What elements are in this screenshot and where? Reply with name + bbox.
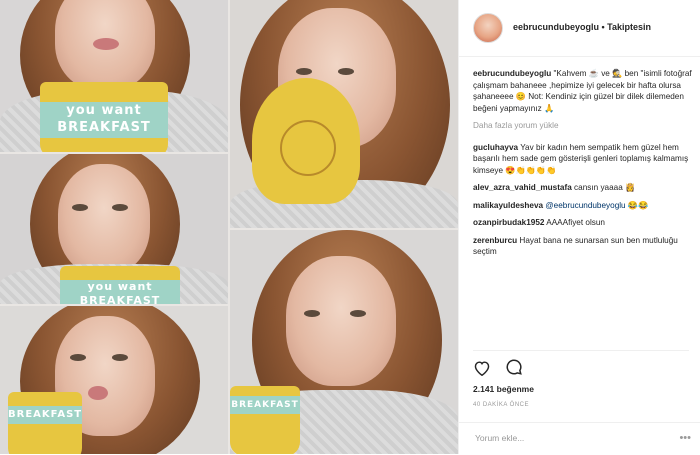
- eye: [350, 310, 366, 317]
- comment-text: cansın yaaaa 👸: [571, 183, 636, 192]
- comment-item: gucluhayva Yav bir kadın hem sempatik he…: [473, 142, 693, 177]
- comment-item: ozanpirbudak1952 AAAAfiyet olsun: [473, 217, 693, 229]
- header-username[interactable]: eebrucundubeyoglu: [513, 22, 599, 32]
- follow-status[interactable]: Takiptesin: [607, 22, 651, 32]
- add-comment-input[interactable]: [473, 432, 667, 444]
- comment-mention-link[interactable]: @eebrucundubeyoglu: [545, 201, 625, 210]
- likes-count[interactable]: 2.141 beğenme: [473, 384, 534, 394]
- header-separator: •: [599, 22, 608, 32]
- eye: [304, 310, 320, 317]
- collage-photo-5: BREAKFAST: [230, 230, 458, 454]
- lips: [93, 38, 119, 50]
- face: [286, 256, 396, 386]
- divider: [473, 350, 689, 351]
- mug-text: BREAKFAST: [8, 409, 82, 420]
- comment-username[interactable]: malikayuldesheva: [473, 201, 543, 210]
- eye: [296, 68, 312, 75]
- mug-text: BREAKFAST: [79, 294, 161, 304]
- eye: [112, 204, 128, 211]
- collage-photo-2: [230, 0, 458, 228]
- comment-item: zerenburcu Hayat bana ne sunarsan sun be…: [473, 235, 693, 258]
- comment-username[interactable]: gucluhayva: [473, 143, 518, 152]
- mug-band: you want BREAKFAST: [60, 280, 180, 304]
- comment-username[interactable]: ozanpirbudak1952: [473, 218, 544, 227]
- mug-band: you want BREAKFAST: [40, 102, 168, 138]
- eye: [338, 68, 354, 75]
- mug: you want BREAKFAST: [60, 266, 180, 304]
- comment-text: AAAAfiyet olsun: [544, 218, 605, 227]
- comment-item: alev_azra_vahid_mustafa cansın yaaaa 👸: [473, 182, 693, 194]
- comment-text: 😂😂: [625, 200, 649, 210]
- add-comment-bar: •••: [459, 422, 700, 455]
- mug-text: you want: [87, 280, 153, 293]
- post-photo-collage[interactable]: you want BREAKFAST you want BREAKFAST BR…: [0, 0, 458, 454]
- more-options-icon[interactable]: •••: [679, 432, 691, 444]
- comments-list: eebrucundubeyoglu "Kahvem ☕ ve 🕵 ben "is…: [473, 68, 693, 264]
- post-header: eebrucundubeyoglu • Takiptesin: [459, 0, 700, 57]
- mug: BREAKFAST: [8, 392, 82, 454]
- post-caption: eebrucundubeyoglu "Kahvem ☕ ve 🕵 ben "is…: [473, 68, 693, 114]
- avatar[interactable]: [473, 13, 503, 43]
- collage-photo-1: you want BREAKFAST: [0, 0, 228, 152]
- eye: [70, 354, 86, 361]
- collage-photo-4: BREAKFAST: [0, 306, 228, 454]
- comment-item: malikayuldesheva @eebrucundubeyoglu 😂😂: [473, 200, 693, 212]
- comment-icon[interactable]: [505, 358, 523, 381]
- load-more-comments-link[interactable]: Daha fazla yorum yükle: [473, 120, 693, 132]
- header-text: eebrucundubeyoglu • Takiptesin: [513, 22, 651, 32]
- collage-photo-3: you want BREAKFAST: [0, 154, 228, 304]
- post-side-panel: eebrucundubeyoglu • Takiptesin eebrucund…: [458, 0, 700, 454]
- mug: [252, 78, 360, 204]
- post-timestamp: 40 DAKİKA ÖNCE: [473, 402, 530, 408]
- mug: BREAKFAST: [230, 386, 300, 454]
- lips: [88, 386, 108, 400]
- eye: [72, 204, 88, 211]
- mug: you want BREAKFAST: [40, 82, 168, 152]
- eye: [112, 354, 128, 361]
- comment-username[interactable]: zerenburcu: [473, 236, 517, 245]
- mug-text: you want: [66, 103, 142, 118]
- mug-text: BREAKFAST: [57, 120, 151, 135]
- mug-band: BREAKFAST: [8, 406, 82, 424]
- comment-username[interactable]: alev_azra_vahid_mustafa: [473, 183, 572, 192]
- mug-text: BREAKFAST: [231, 400, 299, 410]
- mug-band: BREAKFAST: [230, 396, 300, 414]
- caption-username[interactable]: eebrucundubeyoglu: [473, 69, 551, 78]
- face: [58, 164, 150, 274]
- post-actions: [473, 358, 533, 378]
- heart-icon[interactable]: [473, 360, 491, 381]
